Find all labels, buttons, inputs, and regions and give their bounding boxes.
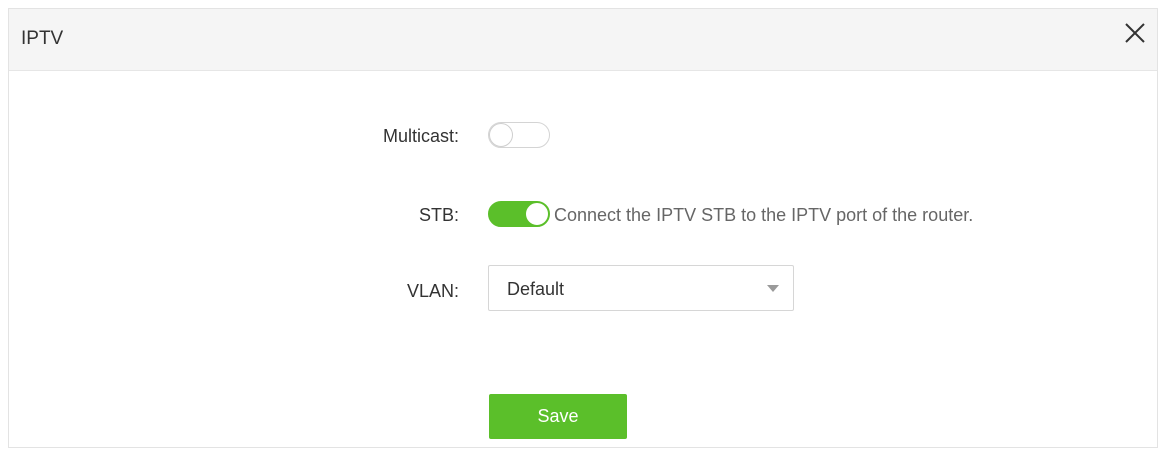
vlan-label: VLAN: — [406, 281, 459, 301]
vlan-select-value: Default — [507, 279, 565, 299]
dialog-title: IPTV — [21, 28, 64, 49]
save-button[interactable]: Save — [489, 394, 627, 439]
multicast-label: Multicast: — [382, 126, 459, 146]
toggle-knob — [525, 202, 549, 226]
dialog-header: IPTV — [9, 9, 1157, 71]
toggle-knob — [489, 123, 513, 147]
multicast-toggle[interactable] — [488, 122, 550, 148]
close-button[interactable] — [1121, 19, 1149, 47]
iptv-dialog: IPTV Multicast: STB: Connect the IPTV ST… — [8, 8, 1158, 448]
stb-hint: Connect the IPTV STB to the IPTV port of… — [554, 205, 974, 225]
stb-toggle[interactable] — [488, 201, 550, 227]
caret-down-icon — [767, 285, 779, 292]
close-icon — [1125, 23, 1145, 43]
stb-label: STB: — [418, 205, 459, 225]
vlan-select[interactable]: Default — [488, 265, 794, 311]
